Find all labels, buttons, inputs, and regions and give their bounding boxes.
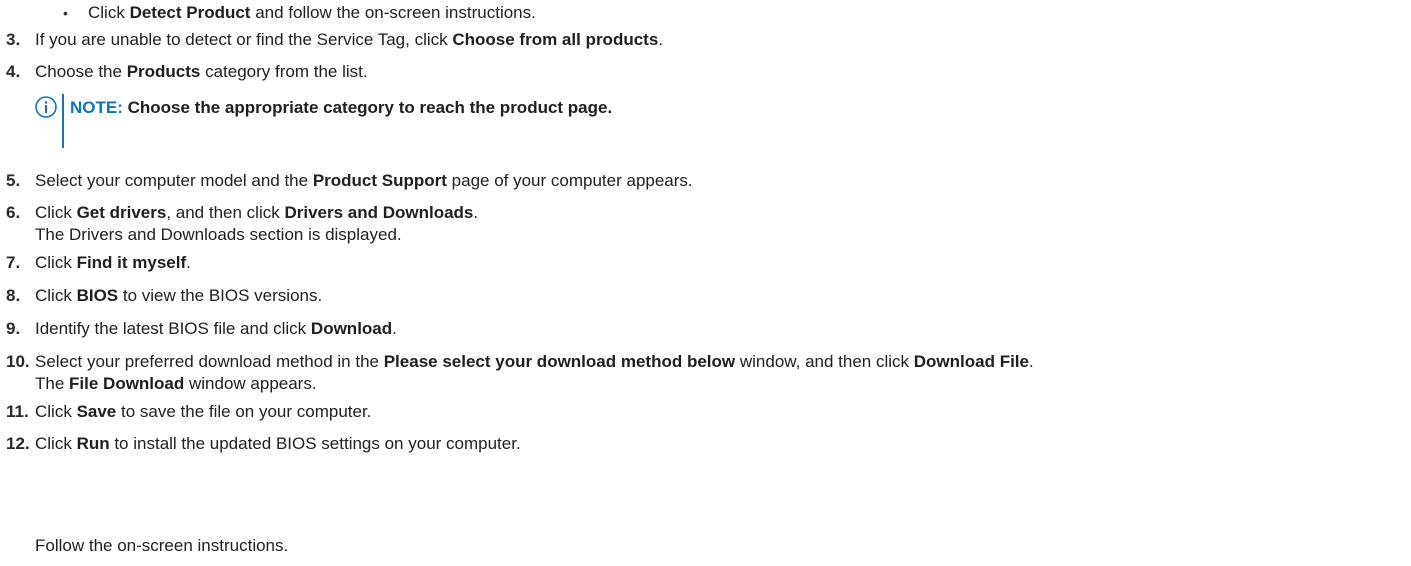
step-bold-term: Run	[76, 434, 110, 453]
note-label: NOTE:	[70, 98, 123, 117]
note-divider	[62, 94, 64, 148]
step-text-run: .	[473, 203, 479, 222]
step-text-run: Click	[35, 286, 77, 305]
step-line: Click Get drivers, and then click Driver…	[35, 202, 478, 224]
step-line: Click Save to save the file on your comp…	[35, 401, 371, 423]
step-text-run: .	[1028, 352, 1034, 371]
step-text: Click BIOS to view the BIOS versions.	[35, 285, 322, 307]
step-text-run: Select your computer model and the	[35, 171, 313, 190]
step-text: Identify the latest BIOS file and click …	[35, 318, 397, 340]
step-line: Click Find it myself.	[35, 252, 191, 274]
step-text-run: .	[186, 253, 191, 272]
step-text-run: window, and then click	[735, 352, 914, 371]
step-text: Click Run to install the updated BIOS se…	[35, 433, 521, 455]
step-bold-term: Choose from all products	[452, 30, 659, 49]
step-text-run: category from the list.	[200, 62, 368, 81]
step-bold-term: Download	[310, 319, 393, 338]
step-text-run: The Drivers and Downloads section is dis…	[35, 225, 402, 244]
bullet-text-pre: Click	[88, 3, 130, 22]
step-text-run: to save the file on your computer.	[116, 402, 372, 421]
step-text-run: .	[392, 319, 397, 338]
step-bold-term: File Download	[69, 374, 185, 393]
step-text: Select your computer model and the Produ…	[35, 170, 693, 192]
step-text-run: Select your preferred download method in…	[35, 352, 384, 371]
step-text-run: If you are unable to detect or find the …	[35, 30, 453, 49]
step-line: Select your computer model and the Produ…	[35, 170, 693, 192]
note-body: Choose the appropriate category to reach…	[122, 98, 613, 117]
step-line: Choose the Products category from the li…	[35, 61, 368, 83]
step-bold-term: Product Support	[312, 171, 447, 190]
step-line: Click Run to install the updated BIOS se…	[35, 433, 521, 455]
step-text: Click Find it myself.	[35, 252, 191, 274]
step-line: Identify the latest BIOS file and click …	[35, 318, 397, 340]
step-bold-term: Save	[76, 402, 117, 421]
step-text-run: Identify the latest BIOS file and click	[35, 319, 311, 338]
step-text-run: Click	[35, 402, 77, 421]
bullet-text: Click Detect Product and follow the on-s…	[88, 2, 536, 24]
step-text-run: page of your computer appears.	[446, 171, 693, 190]
note-text: NOTE: Choose the appropriate category to…	[70, 97, 612, 119]
step-line: If you are unable to detect or find the …	[35, 29, 663, 51]
step-text: Click Save to save the file on your comp…	[35, 401, 371, 423]
step-line: The File Download window appears.	[35, 373, 1034, 395]
step-bold-term: Get drivers	[76, 203, 167, 222]
step-text: Click Get drivers, and then click Driver…	[35, 202, 478, 246]
info-circle-icon	[35, 96, 57, 118]
step-text: Select your preferred download method in…	[35, 351, 1034, 395]
step-bold-term: Find it myself	[76, 253, 187, 272]
document-body: • Click Detect Product and follow the on…	[0, 0, 1411, 566]
step-text-run: Choose the	[35, 62, 127, 81]
step-text-run: to view the BIOS versions.	[118, 286, 323, 305]
step-text-run: Click	[35, 434, 77, 453]
bullet-text-bold: Detect Product	[129, 3, 251, 22]
step-text: Choose the Products category from the li…	[35, 61, 368, 83]
step-line: Select your preferred download method in…	[35, 351, 1034, 373]
step-text-run: Click	[35, 203, 77, 222]
step-text-run: Click	[35, 253, 77, 272]
step-bold-term: Please select your download method below	[383, 352, 736, 371]
step-line: Click BIOS to view the BIOS versions.	[35, 285, 322, 307]
step-bold-term: Download File	[913, 352, 1029, 371]
step-bold-term: Drivers and Downloads	[284, 203, 474, 222]
step-bold-term: Products	[126, 62, 201, 81]
note-callout: NOTE: Choose the appropriate category to…	[35, 94, 935, 148]
bullet-marker: •	[63, 5, 68, 21]
step-text-run: window appears.	[184, 374, 317, 393]
step-text-run: to install the updated BIOS settings on …	[109, 434, 521, 453]
step-text: If you are unable to detect or find the …	[35, 29, 663, 51]
step-text-run: , and then click	[166, 203, 285, 222]
step-text-run: .	[658, 30, 664, 49]
step-text-run: The	[35, 374, 70, 393]
follow-instructions-text: Follow the on-screen instructions.	[35, 536, 289, 555]
bullet-text-post: and follow the on-screen instructions.	[250, 3, 536, 22]
step-line: The Drivers and Downloads section is dis…	[35, 224, 478, 246]
step-bold-term: BIOS	[76, 286, 119, 305]
